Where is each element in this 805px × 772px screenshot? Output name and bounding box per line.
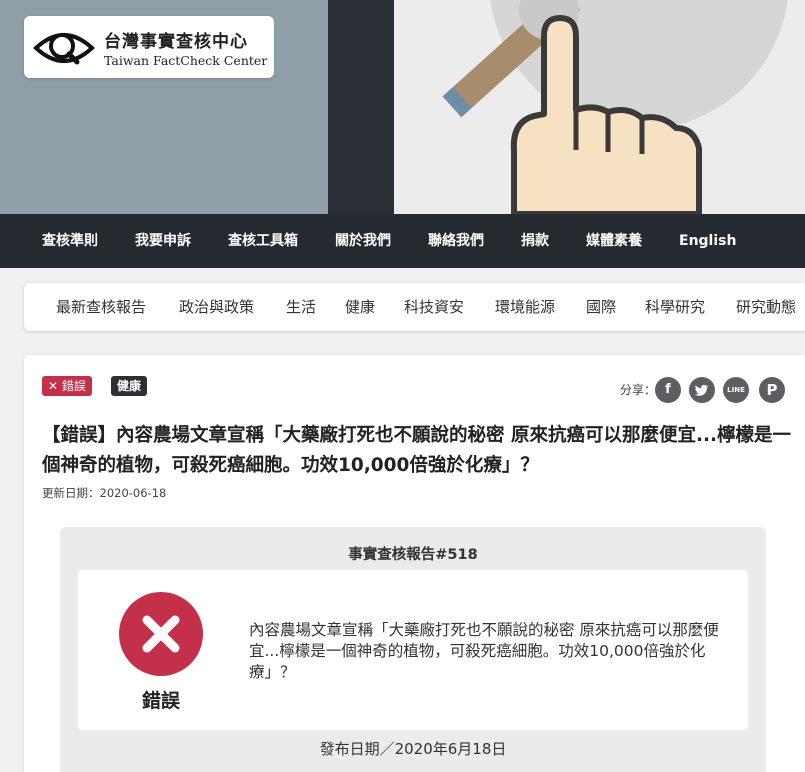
category-life[interactable]: 生活 <box>286 283 316 331</box>
category-research[interactable]: 研究動態 <box>736 283 796 331</box>
category-health[interactable]: 健康 <box>345 283 375 331</box>
logo-title-en: Taiwan FactCheck Center <box>104 53 268 68</box>
plurk-icon[interactable]: P <box>759 377 785 403</box>
claim-text: 內容農場文章宣稱「大藥廠打死也不願說的秘密 原來抗癌可以那麼便宜...檸檬是一個… <box>249 621 719 681</box>
nav-item-contact[interactable]: 聯絡我們 <box>428 214 484 268</box>
nav-item-donate[interactable]: 捐款 <box>521 214 549 268</box>
close-icon: ✕ <box>48 379 59 393</box>
category-science[interactable]: 科學研究 <box>645 283 705 331</box>
verdict-panel: 錯誤 內容農場文章宣稱「大藥廠打死也不願說的秘密 原來抗癌可以那麼便宜...檸檬… <box>78 570 748 730</box>
publish-date: 發布日期／2020年6月18日 <box>319 740 507 758</box>
share-label: 分享： <box>620 383 657 397</box>
hero-banner: 台灣事實查核中心 Taiwan FactCheck Center <box>0 0 805 214</box>
category-environment[interactable]: 環境能源 <box>495 283 555 331</box>
false-verdict-icon <box>119 592 203 676</box>
report-number: 事實查核報告#518 <box>348 547 478 563</box>
category-nav: 最新查核報告 政治與政策 生活 健康 科技資安 環境能源 國際 科學研究 研究動… <box>24 283 805 331</box>
category-politics[interactable]: 政治與政策 <box>179 283 254 331</box>
fact-check-report: 事實查核報告#518 錯誤 內容農場文章宣稱「大藥廠打死也不願說的秘密 原來抗癌… <box>60 527 766 772</box>
logo-title-zh: 台灣事實查核中心 <box>104 32 248 52</box>
article-card: ✕ 錯誤 健康 分享： f LINE P 【錯誤】內容農場文章宣稱「大藥廠打死也… <box>24 355 805 772</box>
category-tech-security[interactable]: 科技資安 <box>404 283 464 331</box>
category-international[interactable]: 國際 <box>586 283 616 331</box>
facebook-icon[interactable]: f <box>655 377 681 403</box>
category-latest[interactable]: 最新查核報告 <box>56 283 146 331</box>
line-icon[interactable]: LINE <box>723 377 749 403</box>
verdict-badge[interactable]: ✕ 錯誤 <box>42 376 92 396</box>
article-title: 【錯誤】內容農場文章宣稱「大藥廠打死也不願說的秘密 原來抗癌可以那麼便宜...檸… <box>42 425 792 476</box>
nav-item-toolbox[interactable]: 查核工具箱 <box>228 214 298 268</box>
twitter-icon[interactable] <box>689 377 715 403</box>
site-logo[interactable]: 台灣事實查核中心 Taiwan FactCheck Center <box>24 16 274 78</box>
nav-item-guidelines[interactable]: 查核準則 <box>42 214 98 268</box>
verdict-label: 錯誤 <box>141 690 180 712</box>
pointing-hand-illustration <box>442 0 788 214</box>
nav-item-english[interactable]: English <box>679 214 736 268</box>
nav-item-about[interactable]: 關於我們 <box>335 214 391 268</box>
category-badge[interactable]: 健康 <box>111 376 148 396</box>
verdict-badge-label: 錯誤 <box>61 379 86 393</box>
main-nav: 查核準則 我要申訴 查核工具箱 關於我們 聯絡我們 捐款 媒體素養 Englis… <box>0 214 805 268</box>
nav-item-media-literacy[interactable]: 媒體素養 <box>586 214 642 268</box>
hero-dark-stripe <box>328 0 394 214</box>
eye-magnifier-icon <box>33 33 95 65</box>
updated-date: 更新日期：2020-06-18 <box>42 486 167 500</box>
nav-item-appeal[interactable]: 我要申訴 <box>135 214 191 268</box>
